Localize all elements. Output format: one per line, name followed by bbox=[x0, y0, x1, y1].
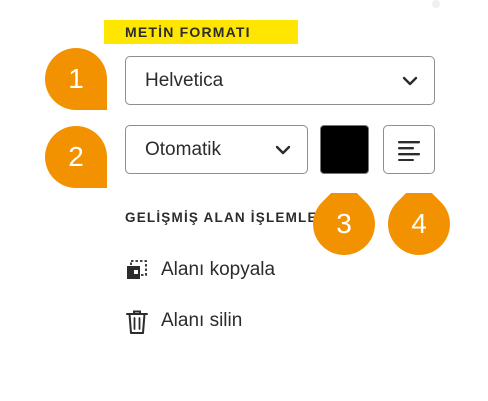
callout-number: 2 bbox=[68, 141, 84, 172]
callout-number: 3 bbox=[336, 208, 352, 239]
callout-number: 4 bbox=[411, 208, 427, 239]
chevron-down-icon bbox=[402, 73, 418, 94]
callout-marker-4: 4 bbox=[388, 193, 450, 255]
text-align-button[interactable] bbox=[383, 125, 435, 174]
callout-marker-1: 1 bbox=[45, 48, 107, 110]
scrollbar-thumb[interactable] bbox=[432, 0, 440, 8]
text-format-heading: METİN FORMATI bbox=[104, 20, 298, 44]
callout-marker-2: 2 bbox=[45, 126, 107, 188]
delete-field-action[interactable]: Alanı silin bbox=[125, 306, 275, 336]
copy-field-label: Alanı kopyala bbox=[161, 259, 276, 280]
font-family-dropdown[interactable]: Helvetica bbox=[125, 56, 435, 105]
callout-marker-3: 3 bbox=[313, 193, 375, 255]
advanced-field-actions-heading: GELİŞMİŞ ALAN İŞLEMLERİ bbox=[125, 210, 325, 225]
copy-field-action[interactable]: Alanı kopyala bbox=[125, 255, 305, 285]
delete-field-label: Alanı silin bbox=[161, 310, 243, 331]
chevron-down-icon bbox=[275, 142, 291, 163]
callout-number: 1 bbox=[68, 63, 84, 94]
font-family-value: Helvetica bbox=[145, 70, 224, 91]
trash-icon bbox=[125, 309, 149, 340]
font-size-dropdown[interactable]: Otomatik bbox=[125, 125, 308, 174]
font-size-value: Otomatik bbox=[145, 139, 222, 160]
text-color-swatch[interactable] bbox=[320, 125, 369, 174]
copy-field-icon bbox=[125, 258, 149, 287]
